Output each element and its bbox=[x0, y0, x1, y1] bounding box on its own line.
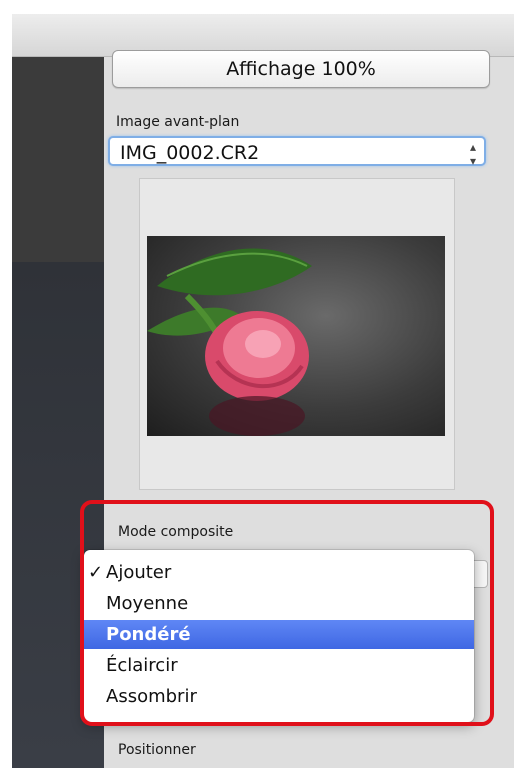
position-label: Positionner bbox=[118, 742, 196, 758]
zoom-100-button[interactable]: Affichage 100% bbox=[112, 50, 490, 88]
foreground-image-select[interactable]: IMG_0002.CR2 ▴ ▾ bbox=[108, 136, 486, 168]
foreground-preview-image bbox=[147, 236, 445, 436]
foreground-image-label: Image avant-plan bbox=[116, 114, 240, 130]
foreground-image-value: IMG_0002.CR2 bbox=[120, 142, 260, 164]
select-arrows-icon: ▴ ▾ bbox=[469, 140, 476, 168]
left-panel-top bbox=[12, 57, 104, 262]
annotation-highlight-box bbox=[80, 500, 494, 726]
